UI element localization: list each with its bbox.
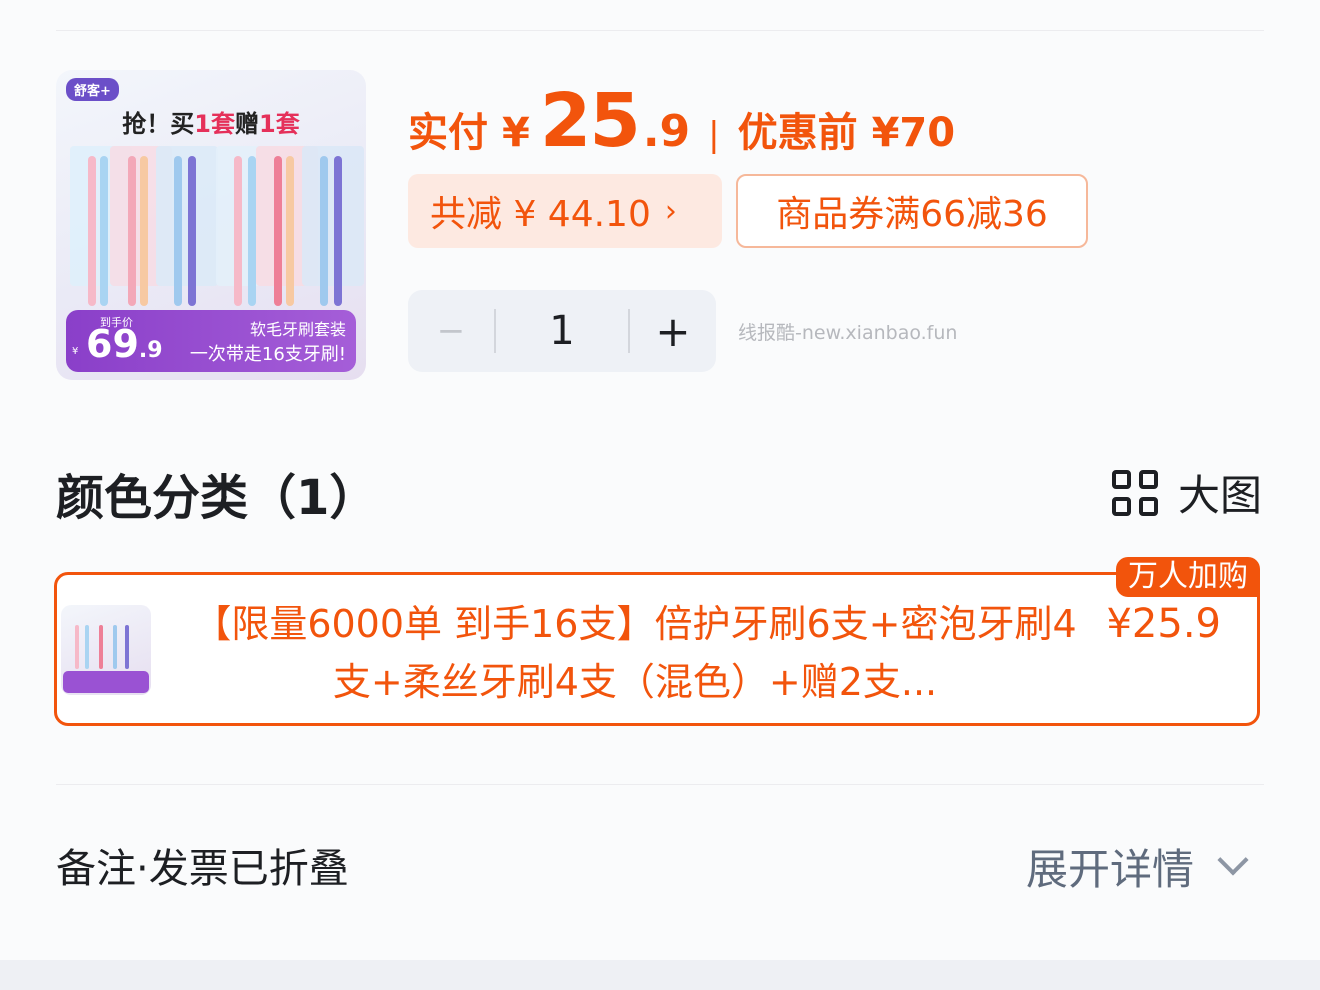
original-price: 优惠前 ¥70 (737, 110, 956, 156)
promo-price-int: 69 (86, 322, 139, 366)
product-image[interactable]: 舒客+ 抢！买1套赠1套 到手价 ¥ 69.9 软毛牙刷套装 一次带走16支牙刷… (56, 70, 366, 380)
brand-logo: 舒客+ (66, 78, 119, 101)
variant-thumbnail (61, 605, 151, 695)
slogan-prefix: 抢！买 (122, 110, 195, 138)
chevron-down-icon (1217, 843, 1249, 876)
paid-price-dec: .9 (642, 106, 691, 157)
coupon-tag[interactable]: 商品券满66减36 (736, 174, 1088, 248)
bottom-bar (0, 960, 1320, 990)
product-slogan: 抢！买1套赠1套 (56, 104, 366, 139)
paid-label: 实付 (408, 110, 488, 156)
top-divider (56, 30, 1264, 31)
expand-details-button[interactable]: 展开详情 (1025, 836, 1249, 897)
quantity-stepper: − 1 + (408, 290, 716, 372)
promo-desc-1: 软毛牙刷套装 (249, 320, 346, 339)
promo-price-dec: .9 (138, 338, 163, 363)
paid-currency: ¥ (502, 110, 530, 156)
price-row: 实付 ¥ 25 .9 | 优惠前 ¥70 (408, 78, 956, 164)
variant-title: 【限量6000单 到手16支】倍护牙刷6支+密泡牙刷4支+柔丝牙刷4支（混色）+… (193, 602, 1077, 704)
quantity-value[interactable]: 1 (496, 308, 628, 354)
large-image-label: 大图 (1177, 471, 1262, 520)
slogan-get: 1套 (259, 110, 300, 138)
promo-banner: 到手价 ¥ 69.9 软毛牙刷套装 一次带走16支牙刷! (66, 310, 356, 372)
promo-currency: ¥ (72, 346, 79, 357)
slogan-buy: 1套 (194, 110, 235, 138)
promo-price: 69.9 (86, 322, 163, 366)
increase-button[interactable]: + (630, 307, 716, 356)
variant-price: ¥25.9 (1106, 601, 1221, 647)
grid-icon (1111, 469, 1158, 516)
total-discount-button[interactable]: 共减 ¥ 44.10 › (408, 174, 722, 248)
promo-desc-2: 一次带走16支牙刷! (189, 344, 346, 365)
coupon-label: 商品券满66减36 (776, 194, 1048, 235)
price-separator: | (708, 115, 720, 155)
paid-price-int: 25 (539, 78, 641, 164)
section-divider (56, 784, 1264, 785)
large-image-toggle[interactable]: 大图 (1111, 462, 1262, 523)
variant-option-selected[interactable]: 万人加购 【限量6000单 到手16支】倍护牙刷6支+密泡牙刷4支+柔丝牙刷4支… (54, 557, 1260, 726)
chevron-right-icon: › (664, 193, 677, 229)
decrease-button[interactable]: − (408, 311, 494, 351)
slogan-mid: 赠 (235, 110, 259, 138)
popular-badge: 万人加购 (1116, 557, 1260, 597)
remark-invoice-label: 备注·发票已折叠 (56, 846, 349, 892)
expand-details-label: 展开详情 (1025, 845, 1194, 894)
total-discount-label: 共减 ¥ 44.10 (430, 194, 651, 235)
watermark: 线报酷-new.xianbao.fun (738, 322, 958, 344)
color-section-title: 颜色分类（1） (56, 470, 378, 526)
